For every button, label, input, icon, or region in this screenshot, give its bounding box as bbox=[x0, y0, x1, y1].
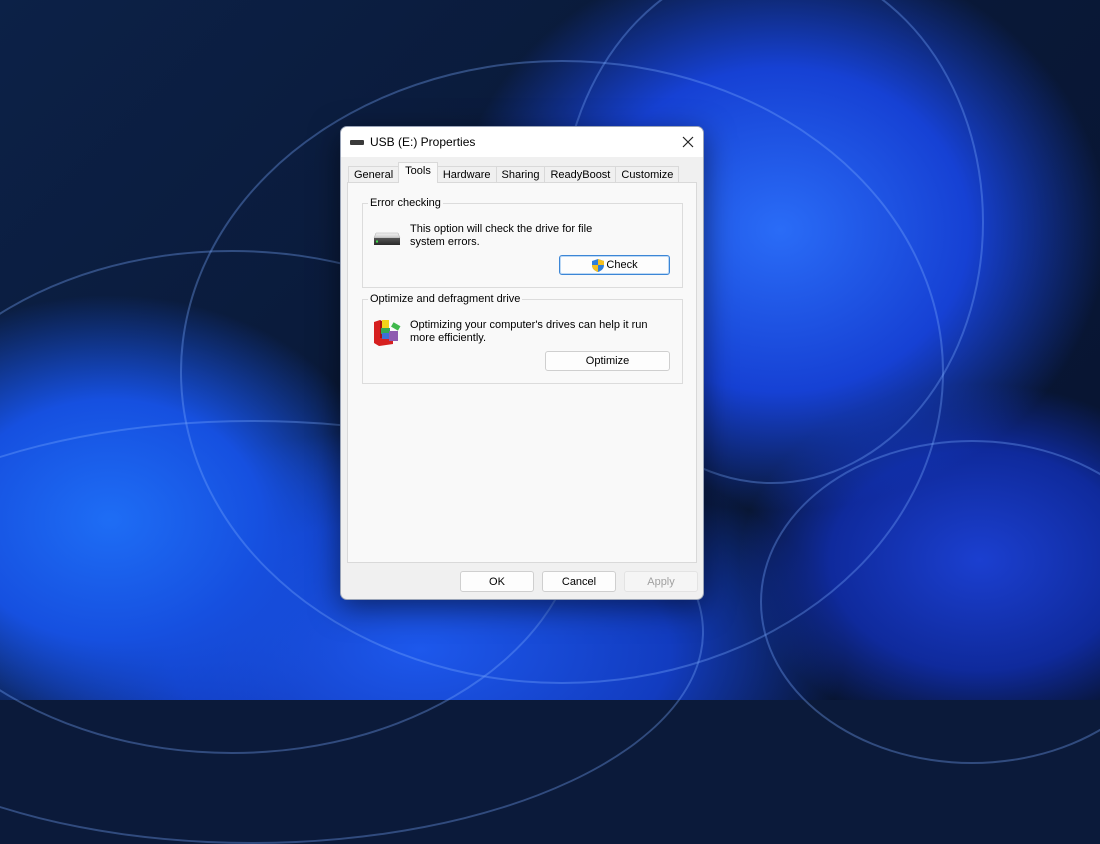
drive-icon bbox=[350, 140, 364, 145]
tab-customize[interactable]: Customize bbox=[615, 166, 680, 183]
error-checking-description: This option will check the drive for fil… bbox=[410, 223, 670, 249]
error-checking-group: Error checking This option will check th… bbox=[362, 196, 683, 288]
title-bar[interactable]: USB (E:) Properties bbox=[341, 127, 703, 157]
optimize-description: Optimizing your computer's drives can he… bbox=[410, 319, 670, 345]
error-checking-heading: Error checking bbox=[368, 196, 443, 210]
uac-shield-icon bbox=[592, 258, 605, 272]
tab-strip: General Tools Hardware Sharing ReadyBoos… bbox=[348, 162, 680, 183]
close-button[interactable] bbox=[673, 127, 703, 157]
tab-sharing[interactable]: Sharing bbox=[495, 166, 546, 183]
cancel-button[interactable]: Cancel bbox=[542, 571, 616, 592]
ok-button[interactable]: OK bbox=[460, 571, 534, 592]
optimize-button[interactable]: Optimize bbox=[545, 351, 670, 371]
optimize-group: Optimize and defragment drive Optimizing… bbox=[362, 292, 683, 384]
tab-general[interactable]: General bbox=[348, 166, 400, 183]
optimize-line1: Optimizing your computer's drives can he… bbox=[410, 319, 648, 331]
window-title: USB (E:) Properties bbox=[370, 135, 476, 149]
tab-readyboost[interactable]: ReadyBoost bbox=[544, 166, 617, 183]
close-icon bbox=[682, 136, 694, 148]
defragment-icon bbox=[374, 320, 401, 346]
tab-tools[interactable]: Tools bbox=[398, 162, 438, 183]
error-checking-line2: system errors. bbox=[410, 236, 480, 248]
tab-hardware[interactable]: Hardware bbox=[436, 166, 497, 183]
apply-button[interactable]: Apply bbox=[624, 571, 698, 592]
tools-tab-panel: Error checking This option will check th… bbox=[347, 182, 697, 563]
optimize-heading: Optimize and defragment drive bbox=[368, 292, 523, 306]
check-button[interactable]: Check bbox=[559, 255, 670, 275]
hard-drive-icon bbox=[373, 232, 401, 245]
error-checking-line1: This option will check the drive for fil… bbox=[410, 223, 593, 235]
optimize-line2: more efficiently. bbox=[410, 332, 487, 344]
check-button-label: Check bbox=[606, 259, 638, 271]
properties-dialog: USB (E:) Properties General Tools Hardwa… bbox=[340, 126, 704, 600]
